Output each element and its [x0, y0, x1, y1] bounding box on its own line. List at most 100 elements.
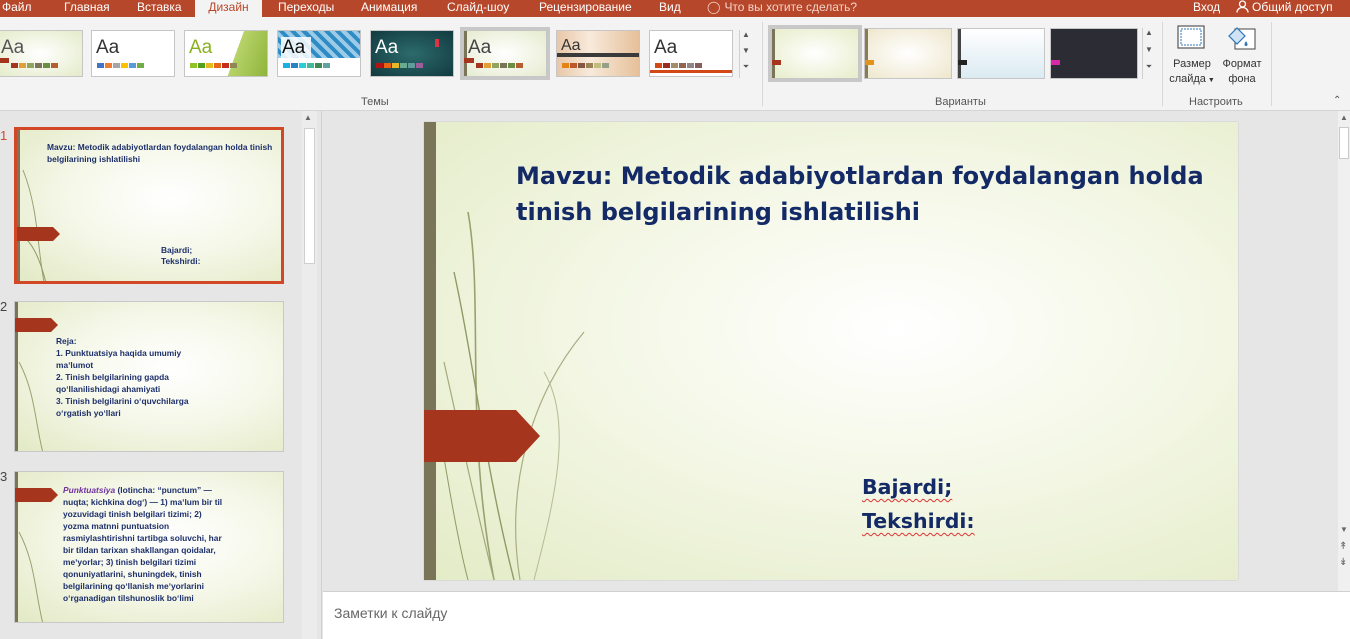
tab-transitions[interactable]: Переходы: [278, 0, 334, 17]
thumb-2-line: maʼlumot: [56, 360, 94, 370]
theme-sample-text: Aa: [96, 37, 120, 58]
variant-1[interactable]: [768, 25, 862, 82]
slide-number: 1: [0, 128, 8, 143]
lightbulb-icon: ◯: [707, 0, 721, 14]
slide-size-icon: [1176, 23, 1208, 53]
thumb-2-line: qoʻllanilishidagi ahamiyati: [56, 384, 161, 394]
variants-scroll-up[interactable]: ▲: [1142, 28, 1155, 45]
theme-sample-text: Aa: [282, 37, 306, 58]
variant-3[interactable]: [957, 28, 1045, 79]
sign-in-link[interactable]: Вход: [1193, 0, 1220, 14]
theme-ion-teal[interactable]: Aa: [370, 30, 454, 77]
slide-arrow-tab: [424, 410, 540, 462]
tab-view[interactable]: Вид: [659, 0, 681, 17]
current-slide[interactable]: Mavzu: Metodik adabiyotlardan foydalanga…: [424, 122, 1238, 580]
thumbnails-scrollbar[interactable]: ▲: [302, 111, 317, 639]
tell-me-box[interactable]: ◯ Что вы хотите сделать?: [707, 0, 857, 17]
tab-slideshow[interactable]: Слайд-шоу: [447, 0, 509, 17]
thumb-2-line: 1. Punktuatsiya haqida umumiy: [56, 348, 182, 358]
thumb-2-line: oʻrgatish yoʻllari: [56, 408, 121, 418]
share-label: Общий доступ: [1252, 0, 1333, 14]
thumbnails-scroll-thumb[interactable]: [304, 128, 315, 264]
slide-subtitle[interactable]: Bajardi; Tekshirdi:: [862, 470, 975, 538]
tab-insert[interactable]: Вставка: [137, 0, 182, 17]
notes-placeholder: Заметки к слайду: [334, 605, 448, 621]
theme-sample-text: Aa: [375, 37, 399, 58]
scroll-up-icon[interactable]: ▲: [1340, 113, 1348, 122]
tab-animations[interactable]: Анимация: [361, 0, 417, 17]
thumb-2-line: 3. Tinish belgilarini oʻquvchilarga: [56, 396, 189, 406]
tab-file[interactable]: Файл: [0, 0, 42, 17]
theme-pattern-blue[interactable]: Aa: [277, 30, 361, 77]
slide-thumbnail-3[interactable]: Punktuatsiya (lotincha: “punctum” — nuqt…: [14, 471, 284, 623]
slide-scrollbar[interactable]: ▲ ▼ ↟ ↡: [1338, 111, 1350, 591]
gallery-scroll-up[interactable]: ▲: [739, 30, 752, 46]
variants-more-button[interactable]: ⏷: [1142, 62, 1155, 79]
themes-group-label: Темы: [361, 96, 389, 108]
gallery-more-button[interactable]: ⏷: [739, 62, 752, 78]
thumb-3-line: Punktuatsiya (lotincha: “punctum” —: [63, 485, 212, 497]
slide-number: 3: [0, 469, 8, 484]
theme-arrow: [0, 58, 9, 63]
scroll-down-icon[interactable]: ▼: [1340, 525, 1348, 534]
group-divider: [762, 22, 763, 106]
scroll-up-icon[interactable]: ▲: [304, 113, 312, 122]
thumb-3-line: meʼyorlar; 3) tinish belgilari tizimi: [63, 557, 197, 567]
slide-title-line: Mavzu: Metodik adabiyotlardan foydalanga…: [516, 162, 1204, 190]
thumb-3-line: bir tildan tarixan shakllangan qoidalar,: [63, 545, 216, 555]
thumb-3-line: rasmiylashtirishni tartibga soluvchi, ha…: [63, 533, 222, 543]
slide-subtitle-line: Tekshirdi:: [862, 509, 975, 533]
format-background-label-1: Формат: [1222, 58, 1262, 70]
format-background-label-2: фона: [1228, 73, 1256, 85]
variant-2[interactable]: [864, 28, 952, 79]
thumb-3-first: (lotincha: “punctum” —: [115, 485, 212, 495]
slide-title-line: tinish belgilarining ishlatilishi: [516, 198, 921, 226]
thumb-3-line: yozma matnni puntuatsion: [63, 521, 170, 531]
chevron-down-icon: ▼: [1205, 77, 1215, 84]
thumb-3-line: yozuvidagi tinish belgilari tizimi; 2): [63, 509, 202, 519]
thumb-3-line: belgilarining qoʻllanish meʼyorlarini: [63, 581, 205, 591]
tab-review[interactable]: Рецензирование: [539, 0, 632, 17]
format-background-button[interactable]: Формат фона: [1218, 23, 1266, 87]
user-icon: [1236, 0, 1249, 13]
slide-size-button[interactable]: Размер слайда ▼: [1168, 23, 1216, 88]
thumb-2-line: 2. Tinish belgilarining gapda: [56, 372, 169, 382]
slide-scroll-thumb[interactable]: [1339, 127, 1349, 159]
variants-scroll-down[interactable]: ▼: [1142, 45, 1155, 62]
slide-number: 2: [0, 299, 8, 314]
theme-office[interactable]: Aa: [91, 30, 175, 77]
thumb-1-sub-1: Bajardi;: [161, 245, 193, 255]
collapse-ribbon-icon[interactable]: ⌃: [1333, 95, 1341, 106]
theme-sample-text: Aa: [654, 37, 678, 58]
theme-facet-green[interactable]: Aa: [184, 30, 268, 77]
gallery-scroll-down[interactable]: ▼: [739, 46, 752, 62]
slide-thumbnail-2[interactable]: Reja: 1. Punktuatsiya haqida umumiy maʼl…: [14, 301, 284, 452]
tab-design[interactable]: Дизайн: [195, 0, 262, 17]
previous-slide-icon[interactable]: ↟: [1339, 541, 1347, 552]
variant-4[interactable]: [1050, 28, 1138, 79]
theme-facet-clipped[interactable]: Aa: [0, 30, 83, 77]
theme-slice[interactable]: Aa: [649, 30, 733, 77]
theme-sample-text: Aa: [189, 37, 213, 58]
ribbon-design: Aa Aa Aa Aa Aa Aa Aa Aa ▲ ▼ ⏷ Темы ▲ ▼ ⏷…: [0, 17, 1350, 111]
thumb-3-lead: Punktuatsiya: [63, 485, 116, 495]
thumb-1-title: Mavzu: Metodik adabiyotlardan foydalanga…: [47, 142, 273, 164]
thumb-2-line: Reja:: [56, 336, 77, 346]
slide-title[interactable]: Mavzu: Metodik adabiyotlardan foydalanga…: [516, 158, 1216, 230]
slide-subtitle-line: Bajardi;: [862, 475, 953, 499]
tab-home[interactable]: Главная: [64, 0, 110, 17]
theme-sample-text: Aa: [1, 37, 25, 58]
thumb-3-line: qonuniyatlarini, shuningdek, tinish: [63, 569, 202, 579]
customize-group-label: Настроить: [1189, 96, 1243, 108]
thumb-3-line: oʻrganadigan tilshunoslik boʻlimi: [63, 593, 194, 603]
slide-thumbnail-1[interactable]: Mavzu: Metodik adabiyotlardan foydalanga…: [14, 127, 284, 284]
share-button[interactable]: Общий доступ: [1236, 0, 1333, 14]
thumb-1-sub-2: Tekshirdi:: [161, 256, 201, 266]
next-slide-icon[interactable]: ↡: [1339, 557, 1347, 568]
format-background-icon: [1226, 23, 1258, 53]
slide-size-label-1: Размер: [1173, 58, 1211, 70]
notes-pane[interactable]: Заметки к слайду: [323, 591, 1350, 639]
theme-facet-selected[interactable]: Aa: [460, 27, 550, 80]
theme-retrospect[interactable]: Aa: [556, 30, 640, 77]
tell-me-text: Что вы хотите сделать?: [724, 0, 858, 14]
